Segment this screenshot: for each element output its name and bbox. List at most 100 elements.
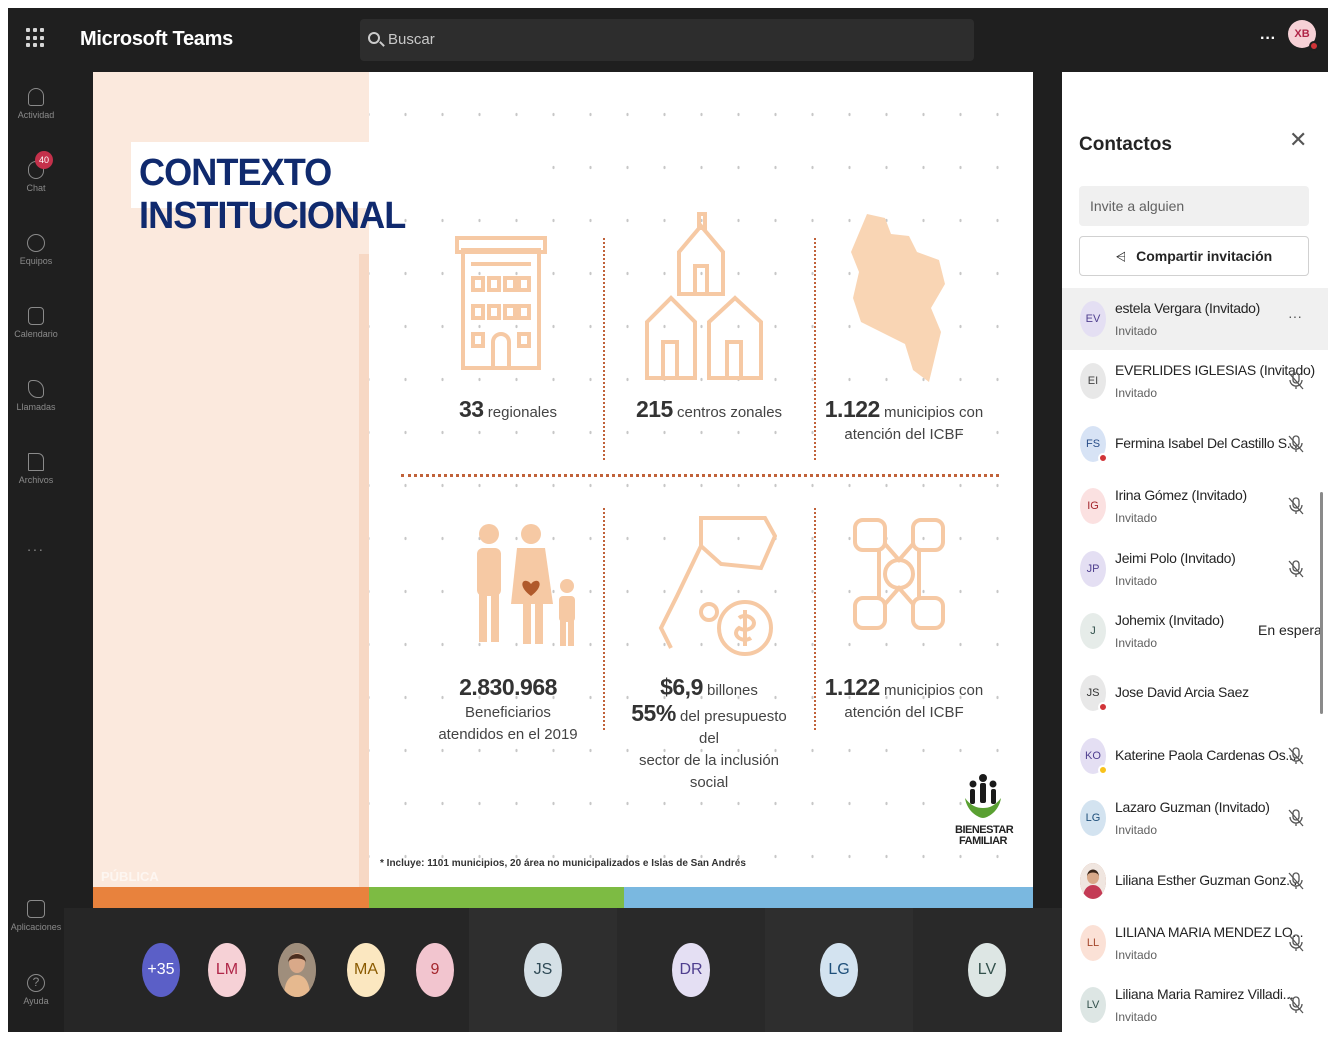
participant-row[interactable]: EV estela Vergara (Invitado) Invitado ··· [1062, 288, 1328, 350]
participant-name: Katerine Paola Cardenas Os... [1115, 747, 1297, 763]
participant-avatar: LG [820, 943, 858, 997]
color-stripe-blue [624, 887, 1033, 908]
rail-label: Ayuda [23, 996, 49, 1006]
rail-item-activity[interactable]: Actividad [8, 88, 64, 120]
participant-role: Invitado [1115, 823, 1158, 837]
participant-row[interactable]: J Johemix (Invitado) Invitado En espera [1062, 600, 1328, 662]
mic-muted-icon [1288, 372, 1304, 390]
classification-label: PÚBLICA [101, 869, 159, 884]
participant-tile[interactable]: DR [617, 908, 765, 1032]
app-title: Microsoft Teams [80, 28, 233, 50]
divider-line [814, 508, 816, 730]
participant-tile[interactable]: LG [765, 908, 913, 1032]
teams-icon [27, 234, 45, 252]
app-launcher-icon[interactable] [26, 28, 46, 48]
rail-item-apps[interactable]: Aplicaciones [8, 900, 64, 932]
stat-municipios-bottom: 1.122 municipios con atención del ICBF [819, 676, 989, 724]
participant-photo-avatar[interactable] [278, 943, 316, 997]
mic-muted-icon [1288, 435, 1304, 453]
rail-item-teams[interactable]: Equipos [8, 234, 64, 266]
search-placeholder: Buscar [388, 31, 435, 48]
search-input[interactable]: Buscar [360, 19, 974, 61]
participant-role: Invitado [1115, 386, 1158, 400]
more-participants-button[interactable]: +35 [142, 943, 180, 997]
share-label: Compartir invitación [1136, 248, 1273, 264]
invite-input[interactable]: Invite a alguien [1079, 186, 1309, 226]
participant-avatar: J [1080, 613, 1106, 649]
rail-label: Llamadas [16, 402, 56, 412]
participant-row[interactable]: KO Katerine Paola Cardenas Os... [1062, 725, 1328, 787]
participant-row[interactable]: LG Lazaro Guzman (Invitado) Invitado [1062, 787, 1328, 849]
participant-name: estela Vergara (Invitado) [1115, 300, 1261, 316]
family-icon [477, 524, 575, 646]
participant-avatar[interactable]: LM [208, 943, 246, 997]
rail-label: Calendario [14, 329, 58, 339]
participant-initials: FS [1085, 438, 1101, 450]
participant-row[interactable]: EI EVERLIDES IGLESIAS (Invitado) Invitado [1062, 350, 1328, 412]
participant-avatar: LV [968, 943, 1006, 997]
rail-label: Equipos [19, 256, 53, 266]
rail-item-chat[interactable]: 40 Chat [8, 151, 64, 193]
participant-row[interactable]: Liliana Esther Guzman Gonz... [1062, 850, 1328, 912]
participant-initials: IG [1087, 500, 1099, 512]
participant-name: EVERLIDES IGLESIAS (Invitado) [1115, 362, 1315, 378]
participant-tile[interactable]: LV [913, 908, 1061, 1032]
unread-badge: 40 [35, 151, 53, 169]
participant-photo-avatar [1080, 863, 1106, 899]
participant-row[interactable]: IG Irina Gómez (Invitado) Invitado [1062, 475, 1328, 537]
stat-text: Beneficiarios [465, 704, 551, 721]
participant-name: Lazaro Guzman (Invitado) [1115, 799, 1270, 815]
participant-row[interactable]: JS Jose David Arcia Saez [1062, 662, 1328, 724]
participant-name: Liliana Maria Ramirez Villadi... [1115, 986, 1294, 1002]
search-icon [368, 32, 380, 44]
share-invite-button[interactable]: ⩤ Compartir invitación [1079, 236, 1309, 276]
participant-row[interactable]: JP Jeimi Polo (Invitado) Invitado [1062, 538, 1328, 600]
participant-avatar: EV [1080, 301, 1106, 337]
participant-name: Fermina Isabel Del Castillo S... [1115, 435, 1298, 451]
logo-text: FAMILIAR [959, 835, 1007, 847]
teams-window: Microsoft Teams Buscar ··· XB Actividad … [8, 8, 1328, 1032]
files-icon [28, 453, 44, 471]
participant-initials: KO [1085, 750, 1101, 762]
rail-item-more[interactable]: ... [8, 538, 64, 554]
participant-avatar[interactable]: 9 [416, 943, 454, 997]
more-options-icon[interactable]: ··· [1260, 30, 1276, 48]
slide-title: CONTEXTO INSTITUCIONAL [139, 152, 406, 237]
participant-row[interactable]: LL LILIANA MARIA MENDEZ LO... Invitado [1062, 912, 1328, 974]
participant-row[interactable]: FS Fermina Isabel Del Castillo S... [1062, 413, 1328, 475]
rail-item-calls[interactable]: Llamadas [8, 380, 64, 412]
participant-initials: JS [1086, 687, 1100, 699]
participant-avatar: JS [524, 943, 562, 997]
participant-tile[interactable]: JS [469, 908, 617, 1032]
rail-item-files[interactable]: Archivos [8, 453, 64, 485]
divider-line [603, 238, 605, 460]
more-options-icon[interactable]: ··· [1288, 308, 1302, 324]
presence-icon [1098, 702, 1108, 712]
stat-regionales: 33 regionales [433, 398, 583, 424]
close-icon[interactable]: ✕ [1289, 128, 1307, 153]
participant-avatar: JP [1080, 551, 1106, 587]
houses-icon [645, 212, 763, 380]
rail-item-calendar[interactable]: Calendario [8, 307, 64, 339]
participant-avatar: KO [1080, 738, 1108, 775]
presence-busy-icon [1309, 41, 1319, 51]
participant-role: Invitado [1115, 948, 1158, 962]
stat-text: atención del ICBF [844, 426, 964, 443]
panel-scrollbar[interactable] [1320, 492, 1323, 714]
person-photo-icon [278, 943, 316, 997]
calendar-icon [28, 307, 44, 325]
colombia-map-icon [851, 214, 945, 382]
divider-line [603, 508, 605, 730]
participant-row[interactable]: LV Liliana Maria Ramirez Villadi... Invita… [1062, 974, 1328, 1032]
participant-avatar: DR [672, 943, 710, 997]
rail-label: Chat [26, 183, 46, 193]
profile-avatar[interactable]: XB [1288, 20, 1319, 51]
participant-role: Invitado [1115, 574, 1158, 588]
stat-text: billones [707, 682, 758, 699]
slide-footnote: * Incluye: 1101 municipios, 20 área no m… [380, 858, 746, 869]
rail-item-help[interactable]: ? Ayuda [8, 974, 64, 1006]
bell-icon [28, 88, 44, 106]
participant-name: LILIANA MARIA MENDEZ LO... [1115, 924, 1304, 940]
participant-avatar[interactable]: MA [347, 943, 385, 997]
stat-text: del presupuesto del [679, 708, 787, 747]
